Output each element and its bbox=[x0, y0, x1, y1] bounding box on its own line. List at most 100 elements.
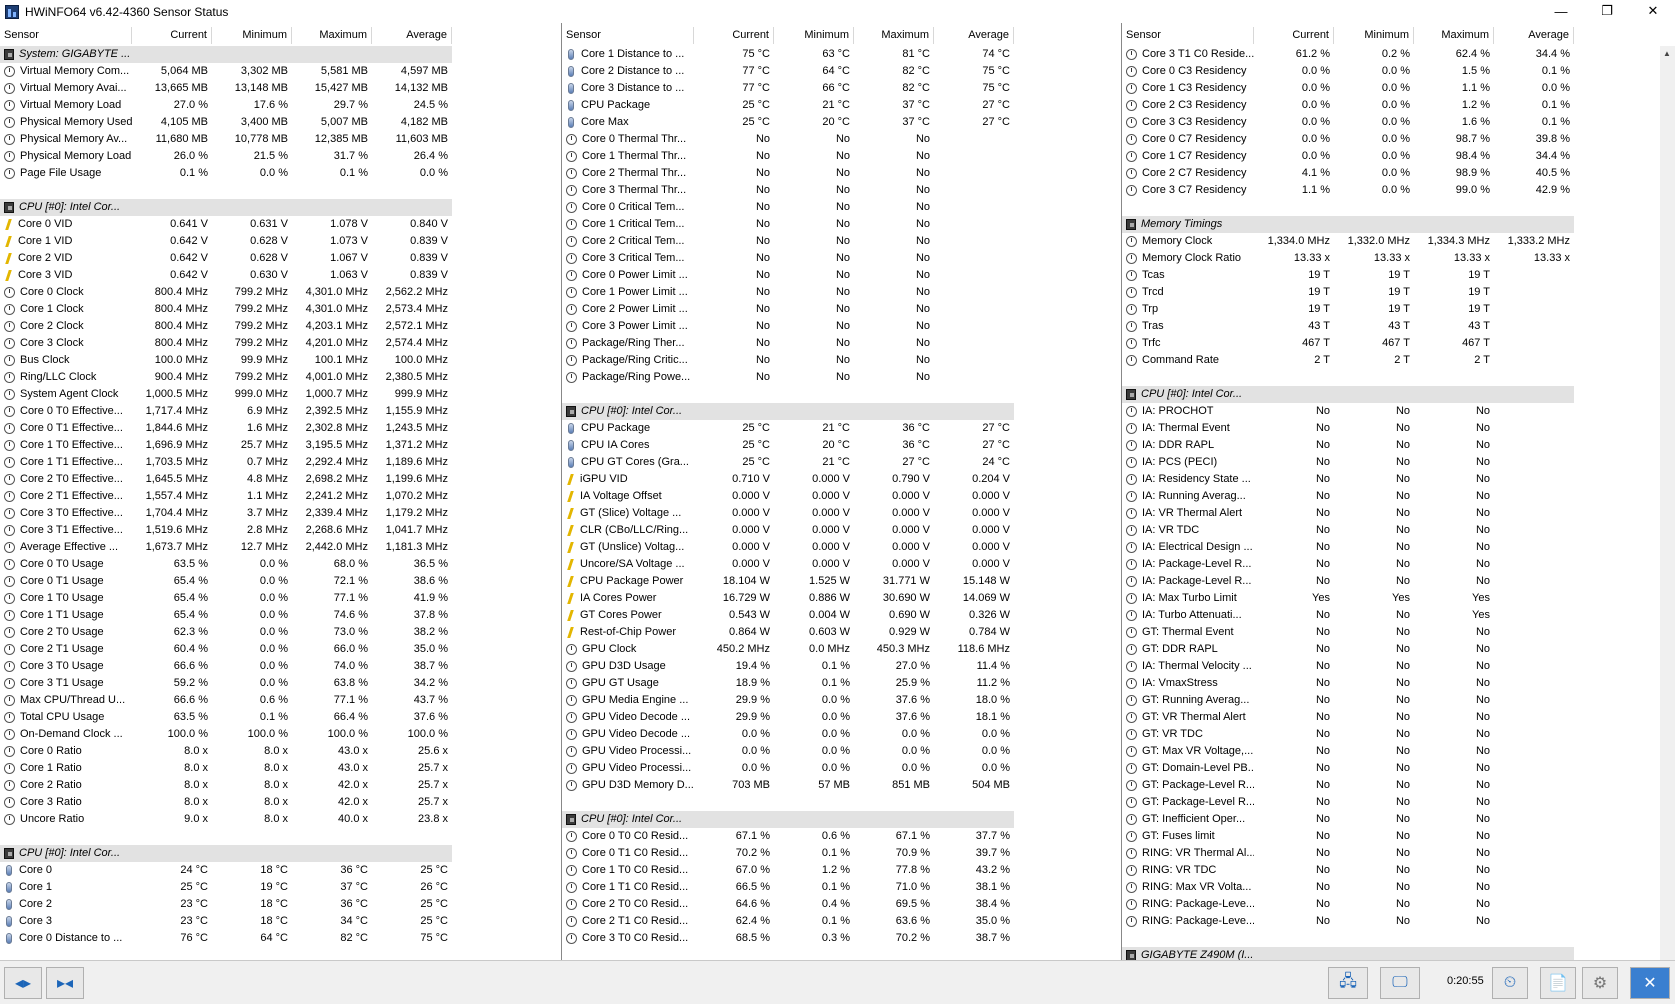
sensor-row[interactable]: Core 3 T0 C0 Resid... 68.5 % 0.3 % 70.2 % 38… bbox=[562, 930, 1014, 947]
scroll-up-arrow-icon[interactable]: ▲ bbox=[1663, 49, 1671, 58]
sensor-row[interactable]: GPU Video Processi... 0.0 % 0.0 % 0.0 % 0.0 … bbox=[562, 760, 1014, 777]
sensor-row[interactable]: GT: Running Averag... No No No bbox=[1122, 692, 1574, 709]
sensor-row[interactable]: Memory Clock 1,334.0 MHz 1,332.0 MHz 1,334.… bbox=[1122, 233, 1574, 250]
sensor-row[interactable]: RING: VR TDC No No No bbox=[1122, 862, 1574, 879]
column-header-current[interactable]: Current bbox=[132, 27, 212, 44]
sensor-row[interactable]: GT: Fuses limit No No No bbox=[1122, 828, 1574, 845]
sensor-group-header[interactable]: Memory Timings bbox=[1122, 216, 1574, 233]
sensor-row[interactable]: Core 0 T0 Effective... 1,717.4 MHz 6.9 MHz… bbox=[0, 403, 452, 420]
sensor-row[interactable]: RING: Max VR Volta... No No No bbox=[1122, 879, 1574, 896]
sensor-row[interactable]: Max CPU/Thread U... 66.6 % 0.6 % 77.1 % 43.7… bbox=[0, 692, 452, 709]
sensor-row[interactable]: Trfc 467 T 467 T 467 T bbox=[1122, 335, 1574, 352]
sensor-row[interactable]: Uncore/SA Voltage ... 0.000 V 0.000 V 0.000… bbox=[562, 556, 1014, 573]
column-header-sensor[interactable]: Sensor bbox=[562, 27, 694, 44]
close-window-button[interactable]: ✕ bbox=[1630, 0, 1675, 22]
sensor-row[interactable]: IA Voltage Offset 0.000 V 0.000 V 0.000 V 0.… bbox=[562, 488, 1014, 505]
column-header-maximum[interactable]: Maximum bbox=[292, 27, 372, 44]
sensor-row[interactable]: Core 1 T1 Effective... 1,703.5 MHz 0.7 MHz… bbox=[0, 454, 452, 471]
sensor-row[interactable]: Core 2 Clock 800.4 MHz 799.2 MHz 4,203.1 MH… bbox=[0, 318, 452, 335]
sensor-row[interactable]: Core 1 T1 C0 Resid... 66.5 % 0.1 % 71.0 % 38… bbox=[562, 879, 1014, 896]
column-header-average[interactable]: Average bbox=[372, 27, 452, 44]
sensor-row[interactable]: Virtual Memory Load 27.0 % 17.6 % 29.7 % 24.… bbox=[0, 97, 452, 114]
sensor-row[interactable]: GT: Package-Level R... No No No bbox=[1122, 794, 1574, 811]
sensor-row[interactable]: GT: Package-Level R... No No No bbox=[1122, 777, 1574, 794]
sensor-row[interactable]: System Agent Clock 1,000.5 MHz 999.0 MHz 1,… bbox=[0, 386, 452, 403]
sensor-row[interactable]: Tcas 19 T 19 T 19 T bbox=[1122, 267, 1574, 284]
sensor-row[interactable]: GPU Video Decode ... 0.0 % 0.0 % 0.0 % 0.0 % bbox=[562, 726, 1014, 743]
column-header-average[interactable]: Average bbox=[1494, 27, 1574, 44]
sensor-row[interactable]: GT: Max VR Voltage,... No No No bbox=[1122, 743, 1574, 760]
sensor-row[interactable]: Core 0 T0 C0 Resid... 67.1 % 0.6 % 67.1 % 37… bbox=[562, 828, 1014, 845]
sensor-row[interactable]: IA: Max Turbo Limit Yes Yes Yes bbox=[1122, 590, 1574, 607]
sensor-row[interactable]: Core 0 Distance to ... 76 °C 64 °C 82 °C 75 … bbox=[0, 930, 452, 947]
sensor-row[interactable]: IA: Running Averag... No No No bbox=[1122, 488, 1574, 505]
column-header-current[interactable]: Current bbox=[694, 27, 774, 44]
sensor-row[interactable]: Core 2 Thermal Thr... No No No bbox=[562, 165, 1014, 182]
maximize-button[interactable]: ❐ bbox=[1584, 0, 1630, 22]
close-sensors-button[interactable]: ✕ bbox=[1630, 967, 1670, 999]
sensor-row[interactable]: GT: DDR RAPL No No No bbox=[1122, 641, 1574, 658]
sensor-row[interactable]: GPU Video Processi... 0.0 % 0.0 % 0.0 % 0.0 … bbox=[562, 743, 1014, 760]
sensor-row[interactable]: Core 1 T0 Effective... 1,696.9 MHz 25.7 MH… bbox=[0, 437, 452, 454]
sensor-row[interactable]: Core 0 Clock 800.4 MHz 799.2 MHz 4,301.0 MH… bbox=[0, 284, 452, 301]
sensor-row[interactable]: Bus Clock 100.0 MHz 99.9 MHz 100.1 MHz 100.0… bbox=[0, 352, 452, 369]
expand-columns-button[interactable]: ▸◂ bbox=[46, 967, 84, 999]
column-header-average[interactable]: Average bbox=[934, 27, 1014, 44]
sensor-row[interactable]: Command Rate 2 T 2 T 2 T bbox=[1122, 352, 1574, 369]
sensor-row[interactable]: Tras 43 T 43 T 43 T bbox=[1122, 318, 1574, 335]
sensor-row[interactable]: Trp 19 T 19 T 19 T bbox=[1122, 301, 1574, 318]
sensor-row[interactable]: IA: VR TDC No No No bbox=[1122, 522, 1574, 539]
sensor-row[interactable]: Core 3 C7 Residency 1.1 % 0.0 % 99.0 % 42.9 … bbox=[1122, 182, 1574, 199]
sensor-row[interactable]: GPU Video Decode ... 29.9 % 0.0 % 37.6 % 18.… bbox=[562, 709, 1014, 726]
sensor-row[interactable]: IA: DDR RAPL No No No bbox=[1122, 437, 1574, 454]
sensor-row[interactable]: Core 3 T0 Effective... 1,704.4 MHz 3.7 MHz… bbox=[0, 505, 452, 522]
sensor-row[interactable]: CPU Package 25 °C 21 °C 37 °C 27 °C bbox=[562, 97, 1014, 114]
sensor-row[interactable]: Core 3 Ratio 8.0 x 8.0 x 42.0 x 25.7 x bbox=[0, 794, 452, 811]
sensor-row[interactable]: GT: Inefficient Oper... No No No bbox=[1122, 811, 1574, 828]
sensor-row[interactable]: Core 2 T1 Effective... 1,557.4 MHz 1.1 MHz… bbox=[0, 488, 452, 505]
sensor-row[interactable]: Memory Clock Ratio 13.33 x 13.33 x 13.33 x 1… bbox=[1122, 250, 1574, 267]
sensor-row[interactable]: RING: Package-Leve... No No No bbox=[1122, 896, 1574, 913]
sensor-row[interactable]: Core 1 Distance to ... 75 °C 63 °C 81 °C 74 … bbox=[562, 46, 1014, 63]
sensor-row[interactable]: Core 0 T1 Effective... 1,844.6 MHz 1.6 MHz… bbox=[0, 420, 452, 437]
sensor-row[interactable]: Core 3 Thermal Thr... No No No bbox=[562, 182, 1014, 199]
sensor-group-header[interactable]: CPU [#0]: Intel Cor... bbox=[0, 845, 452, 862]
sensor-row[interactable]: Core 2 VID 0.642 V 0.628 V 1.067 V 0.839 V bbox=[0, 250, 452, 267]
column-header-sensor[interactable]: Sensor bbox=[1122, 27, 1254, 44]
sensor-row[interactable]: iGPU VID 0.710 V 0.000 V 0.790 V 0.204 V bbox=[562, 471, 1014, 488]
sensor-row[interactable]: Core 1 Thermal Thr... No No No bbox=[562, 148, 1014, 165]
sensor-row[interactable]: Core 0 Ratio 8.0 x 8.0 x 43.0 x 25.6 x bbox=[0, 743, 452, 760]
sensor-row[interactable]: CPU Package 25 °C 21 °C 36 °C 27 °C bbox=[562, 420, 1014, 437]
sensor-row[interactable]: IA Cores Power 16.729 W 0.886 W 30.690 W 14.… bbox=[562, 590, 1014, 607]
sensor-row[interactable]: Core 3 C3 Residency 0.0 % 0.0 % 1.6 % 0.1 % bbox=[1122, 114, 1574, 131]
sensor-row[interactable]: Core 3 23 °C 18 °C 34 °C 25 °C bbox=[0, 913, 452, 930]
sensor-row[interactable]: Core 0 T1 C0 Resid... 70.2 % 0.1 % 70.9 % 39… bbox=[562, 845, 1014, 862]
sensor-row[interactable]: IA: Residency State ... No No No bbox=[1122, 471, 1574, 488]
sensor-row[interactable]: Core 0 Critical Tem... No No No bbox=[562, 199, 1014, 216]
sensor-row[interactable]: Core 0 T1 Usage 65.4 % 0.0 % 72.1 % 38.6 % bbox=[0, 573, 452, 590]
reset-timer-clock-button[interactable]: ⏲ bbox=[1492, 967, 1528, 999]
sensor-row[interactable]: IA: Thermal Event No No No bbox=[1122, 420, 1574, 437]
sensor-row[interactable]: Core 0 C7 Residency 0.0 % 0.0 % 98.7 % 39.8 … bbox=[1122, 131, 1574, 148]
sensor-row[interactable]: GT: VR TDC No No No bbox=[1122, 726, 1574, 743]
sensor-row[interactable]: Core 1 T0 C0 Resid... 67.0 % 1.2 % 77.8 % 43… bbox=[562, 862, 1014, 879]
sensor-row[interactable]: GT (Slice) Voltage ... 0.000 V 0.000 V 0.00… bbox=[562, 505, 1014, 522]
sensor-row[interactable]: Core 3 T0 Usage 66.6 % 0.0 % 74.0 % 38.7 % bbox=[0, 658, 452, 675]
sensor-row[interactable]: Core 1 T1 Usage 65.4 % 0.0 % 74.6 % 37.8 % bbox=[0, 607, 452, 624]
sensor-group-header[interactable]: CPU [#0]: Intel Cor... bbox=[0, 199, 452, 216]
sensor-row[interactable]: Core 2 C3 Residency 0.0 % 0.0 % 1.2 % 0.1 % bbox=[1122, 97, 1574, 114]
sensor-row[interactable]: Package/Ring Ther... No No No bbox=[562, 335, 1014, 352]
sensor-row[interactable]: Core 1 T0 Usage 65.4 % 0.0 % 77.1 % 41.9 % bbox=[0, 590, 452, 607]
sensor-row[interactable]: CPU IA Cores 25 °C 20 °C 36 °C 27 °C bbox=[562, 437, 1014, 454]
sensor-row[interactable]: Virtual Memory Avai... 13,665 MB 13,148 MB… bbox=[0, 80, 452, 97]
sensor-row[interactable]: Core 0 T0 Usage 63.5 % 0.0 % 68.0 % 36.5 % bbox=[0, 556, 452, 573]
sensor-row[interactable]: GPU D3D Memory D... 703 MB 57 MB 851 MB 504 … bbox=[562, 777, 1014, 794]
sensor-row[interactable]: IA: Electrical Design ... No No No bbox=[1122, 539, 1574, 556]
sensor-row[interactable]: IA: PCS (PECI) No No No bbox=[1122, 454, 1574, 471]
sensor-row[interactable]: GT: VR Thermal Alert No No No bbox=[1122, 709, 1574, 726]
sensor-row[interactable]: Core 1 Power Limit ... No No No bbox=[562, 284, 1014, 301]
sensor-row[interactable]: Core 2 T1 Usage 60.4 % 0.0 % 66.0 % 35.0 % bbox=[0, 641, 452, 658]
osd-monitor-button[interactable]: 🖵 bbox=[1380, 967, 1420, 999]
sensor-row[interactable]: Core 1 Clock 800.4 MHz 799.2 MHz 4,301.0 MH… bbox=[0, 301, 452, 318]
sensor-row[interactable]: GPU Clock 450.2 MHz 0.0 MHz 450.3 MHz 118.6 … bbox=[562, 641, 1014, 658]
